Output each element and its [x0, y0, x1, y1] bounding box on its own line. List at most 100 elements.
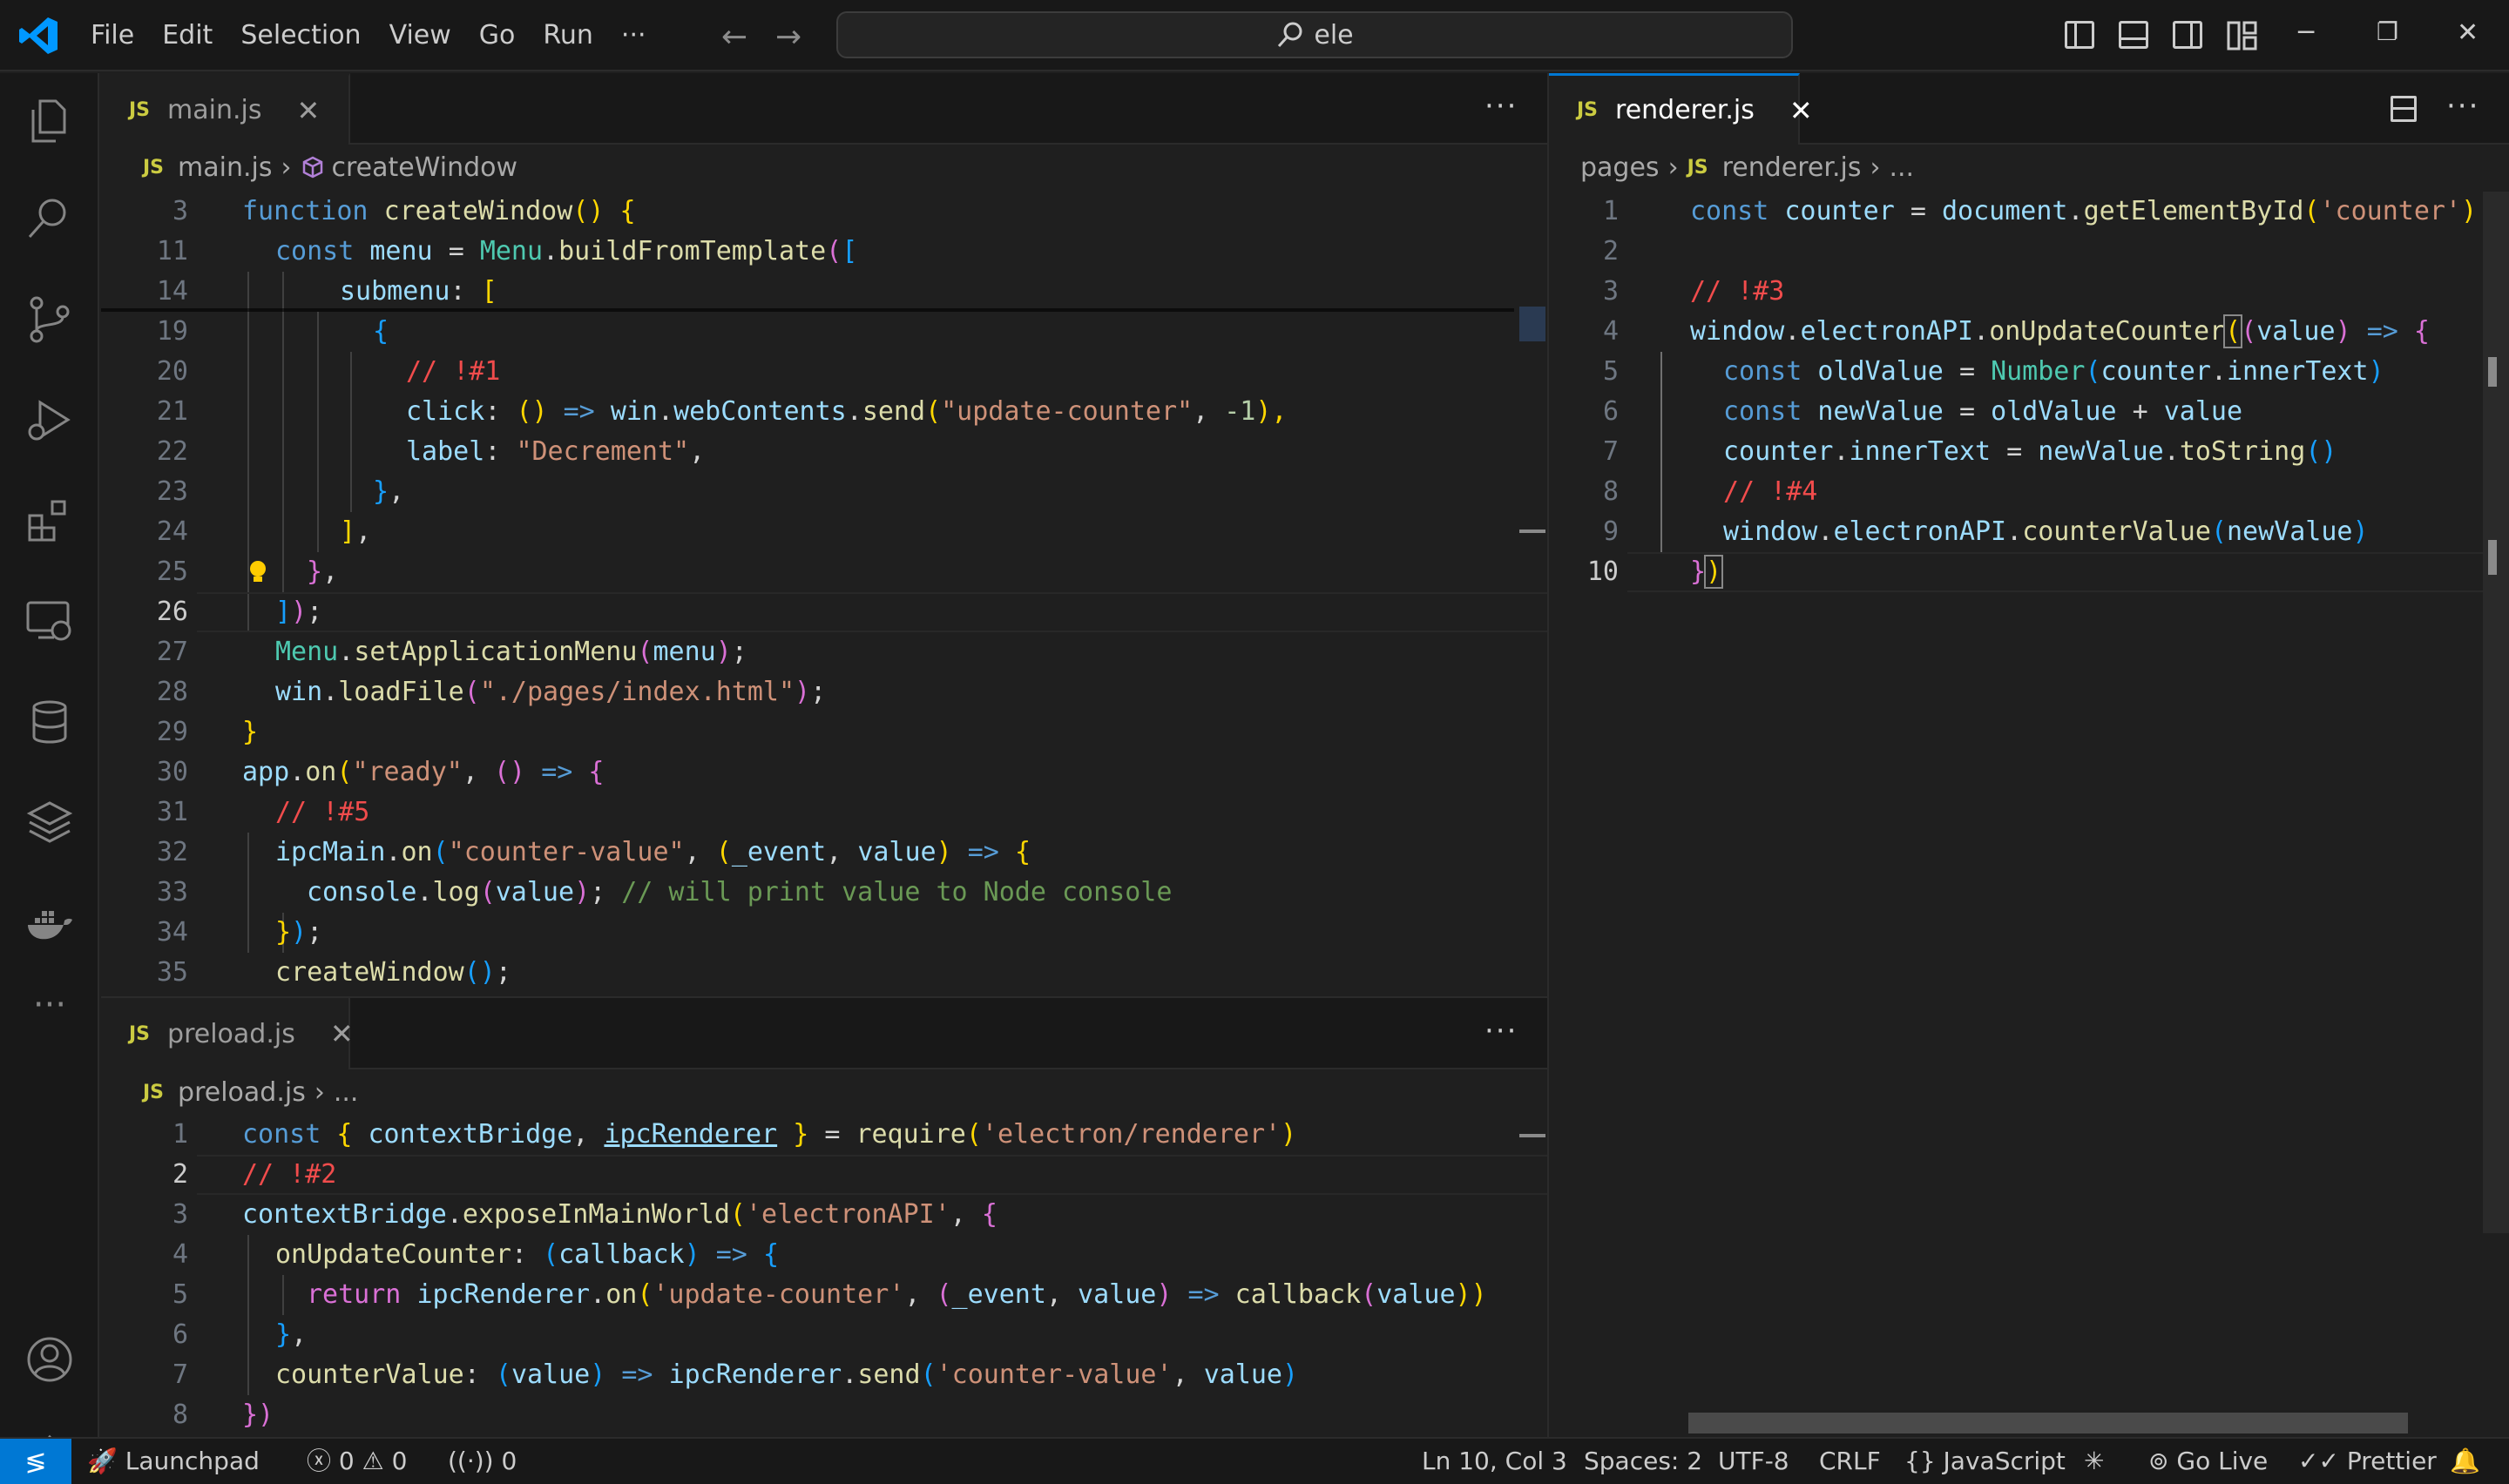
tab-preload-js[interactable]: JS preload.js ✕	[101, 998, 354, 1069]
title-bar: File Edit Selection View Go Run ··· ← → …	[0, 0, 2509, 71]
notifications-bell-icon[interactable]: 🔔	[2450, 1439, 2480, 1484]
editor-more-actions-icon[interactable]: ···	[1484, 1014, 1518, 1049]
js-file-icon: JS	[129, 99, 151, 121]
tab-close-icon[interactable]: ✕	[297, 94, 321, 127]
error-icon: ⓧ	[307, 1447, 332, 1475]
menu-file[interactable]: File	[77, 0, 148, 71]
problems-indicator[interactable]: ⓧ 0 ⚠ 0	[307, 1439, 408, 1484]
editor-more-actions-icon[interactable]: ···	[1484, 89, 1518, 124]
breadcrumb-symbol[interactable]: createWindow	[332, 152, 518, 183]
code-area-preload[interactable]: 1 const { contextBridge, ipcRenderer } = …	[101, 1115, 1547, 1437]
breadcrumb: pages › JS renderer.js › ...	[1580, 146, 1914, 188]
breadcrumb-more[interactable]: ...	[1889, 152, 1914, 183]
breadcrumb: JS preload.js › ...	[143, 1071, 358, 1113]
tab-renderer-js[interactable]: JS renderer.js ✕	[1549, 73, 1813, 145]
source-control-icon[interactable]	[24, 294, 75, 345]
js-file-icon: JS	[143, 156, 165, 179]
accounts-icon[interactable]	[24, 1334, 75, 1385]
breadcrumb-separator-icon: ›	[314, 1076, 325, 1108]
go-live-button[interactable]: ⊚ Go Live	[2148, 1439, 2268, 1484]
js-file-icon: JS	[143, 1081, 165, 1103]
minimize-icon[interactable]: ─	[2298, 17, 2314, 48]
vscode-window: File Edit Selection View Go Run ··· ← → …	[0, 0, 2509, 1484]
breadcrumb-file[interactable]: main.js	[178, 152, 272, 183]
run-debug-icon[interactable]	[24, 395, 75, 446]
toggle-secondary-sidebar-icon[interactable]	[2173, 21, 2202, 49]
double-check-icon: ✓✓	[2298, 1447, 2339, 1475]
search-sidebar-icon[interactable]	[24, 193, 75, 244]
tab-label: main.js	[167, 95, 262, 125]
remote-indicator-icon[interactable]: ≶	[0, 1439, 71, 1484]
cursor-position[interactable]: Ln 10, Col 3	[1422, 1439, 1567, 1484]
toggle-primary-sidebar-icon[interactable]	[2065, 21, 2094, 49]
explorer-icon[interactable]	[24, 96, 75, 146]
editor-more-actions-icon[interactable]: ···	[2446, 89, 2479, 124]
editor-renderer-js: JS renderer.js ✕ ··· pages › JS renderer…	[1549, 73, 2509, 1437]
breadcrumb-separator-icon: ›	[1870, 152, 1881, 183]
editor-main-js: JS main.js ✕ ··· JS main.js › createWind…	[101, 73, 1547, 996]
breadcrumb-folder[interactable]: pages	[1580, 152, 1660, 183]
menu-view[interactable]: View	[375, 0, 465, 71]
activity-bar: ···	[0, 73, 99, 1481]
vscode-logo-icon	[19, 17, 57, 54]
vertical-scrollbar[interactable]	[2483, 192, 2509, 1233]
lightbulb-icon[interactable]	[247, 559, 268, 585]
vertical-scrollbar[interactable]	[1519, 307, 1545, 341]
breadcrumb-separator-icon: ›	[1667, 152, 1679, 183]
editor-preload-js: JS preload.js ✕ ··· JS preload.js › ... …	[101, 998, 1547, 1437]
horizontal-scrollbar[interactable]	[1688, 1413, 2408, 1433]
code-area-main[interactable]: 3 function createWindow() { 11 const menu …	[101, 192, 1547, 996]
search-text: ele	[1314, 19, 1354, 51]
js-file-icon: JS	[129, 1022, 151, 1045]
launchpad-button[interactable]: 🚀 Launchpad	[87, 1439, 260, 1484]
text-cursor	[1721, 556, 1724, 589]
breadcrumb-separator-icon: ›	[281, 152, 292, 183]
toggle-panel-icon[interactable]	[2119, 21, 2148, 49]
tab-close-icon[interactable]: ✕	[330, 1017, 354, 1050]
rocket-icon: 🚀	[87, 1447, 118, 1475]
more-views-icon[interactable]: ···	[24, 988, 75, 1038]
layers-icon[interactable]	[24, 798, 75, 848]
forward-arrow-icon[interactable]: →	[775, 19, 801, 55]
end-of-line[interactable]: CRLF	[1819, 1439, 1881, 1484]
menu-run[interactable]: Run	[529, 0, 607, 71]
tab-label: renderer.js	[1615, 95, 1755, 125]
prettier-button[interactable]: ✓✓ Prettier	[2298, 1439, 2437, 1484]
breadcrumb-file[interactable]: renderer.js	[1722, 152, 1862, 183]
back-arrow-icon[interactable]: ←	[721, 19, 747, 55]
remote-explorer-icon[interactable]	[24, 596, 75, 646]
breadcrumb-file[interactable]: preload.js	[178, 1077, 306, 1108]
menu-bar: File Edit Selection View Go Run ···	[77, 0, 660, 71]
js-file-icon: JS	[1577, 99, 1599, 121]
close-window-icon[interactable]: ✕	[2457, 17, 2479, 48]
menu-edit[interactable]: Edit	[148, 0, 227, 71]
language-mode[interactable]: {} JavaScript	[1904, 1439, 2066, 1484]
js-file-icon: JS	[1687, 156, 1708, 179]
command-center-search[interactable]: ele	[836, 11, 1793, 58]
status-bar: ≶ 🚀 Launchpad ⓧ 0 ⚠ 0 ((·)) 0 Ln 10, Col…	[0, 1437, 2509, 1484]
menu-go[interactable]: Go	[465, 0, 530, 71]
ports-indicator[interactable]: ((·)) 0	[448, 1439, 517, 1484]
customize-layout-icon[interactable]	[2227, 21, 2258, 51]
indentation[interactable]: Spaces: 2	[1584, 1439, 1702, 1484]
tab-label: preload.js	[167, 1018, 295, 1049]
menu-selection[interactable]: Selection	[227, 0, 375, 71]
database-icon[interactable]	[24, 697, 75, 747]
breadcrumb: JS main.js › createWindow	[143, 146, 517, 188]
extensions-icon[interactable]	[24, 496, 75, 547]
tab-main-js[interactable]: JS main.js ✕	[101, 73, 350, 145]
restore-icon[interactable]: ❐	[2377, 17, 2398, 46]
radio-tower-icon: ⊚	[2148, 1447, 2169, 1475]
tab-bar: JS main.js ✕ ···	[101, 73, 1547, 145]
tab-close-icon[interactable]: ✕	[1789, 94, 1813, 127]
encoding[interactable]: UTF-8	[1718, 1439, 1789, 1484]
split-editor-icon[interactable]	[2391, 96, 2417, 122]
tab-bar: JS renderer.js ✕ ···	[1549, 73, 2509, 145]
braces-icon: {}	[1904, 1447, 1936, 1475]
method-symbol-icon	[302, 156, 322, 179]
code-area-renderer[interactable]: 1 const counter = document.getElementById…	[1549, 192, 2509, 1437]
copilot-icon[interactable]: ✳	[2084, 1439, 2104, 1484]
docker-icon[interactable]	[24, 899, 75, 949]
breadcrumb-more[interactable]: ...	[334, 1077, 359, 1108]
menu-more[interactable]: ···	[607, 0, 660, 71]
